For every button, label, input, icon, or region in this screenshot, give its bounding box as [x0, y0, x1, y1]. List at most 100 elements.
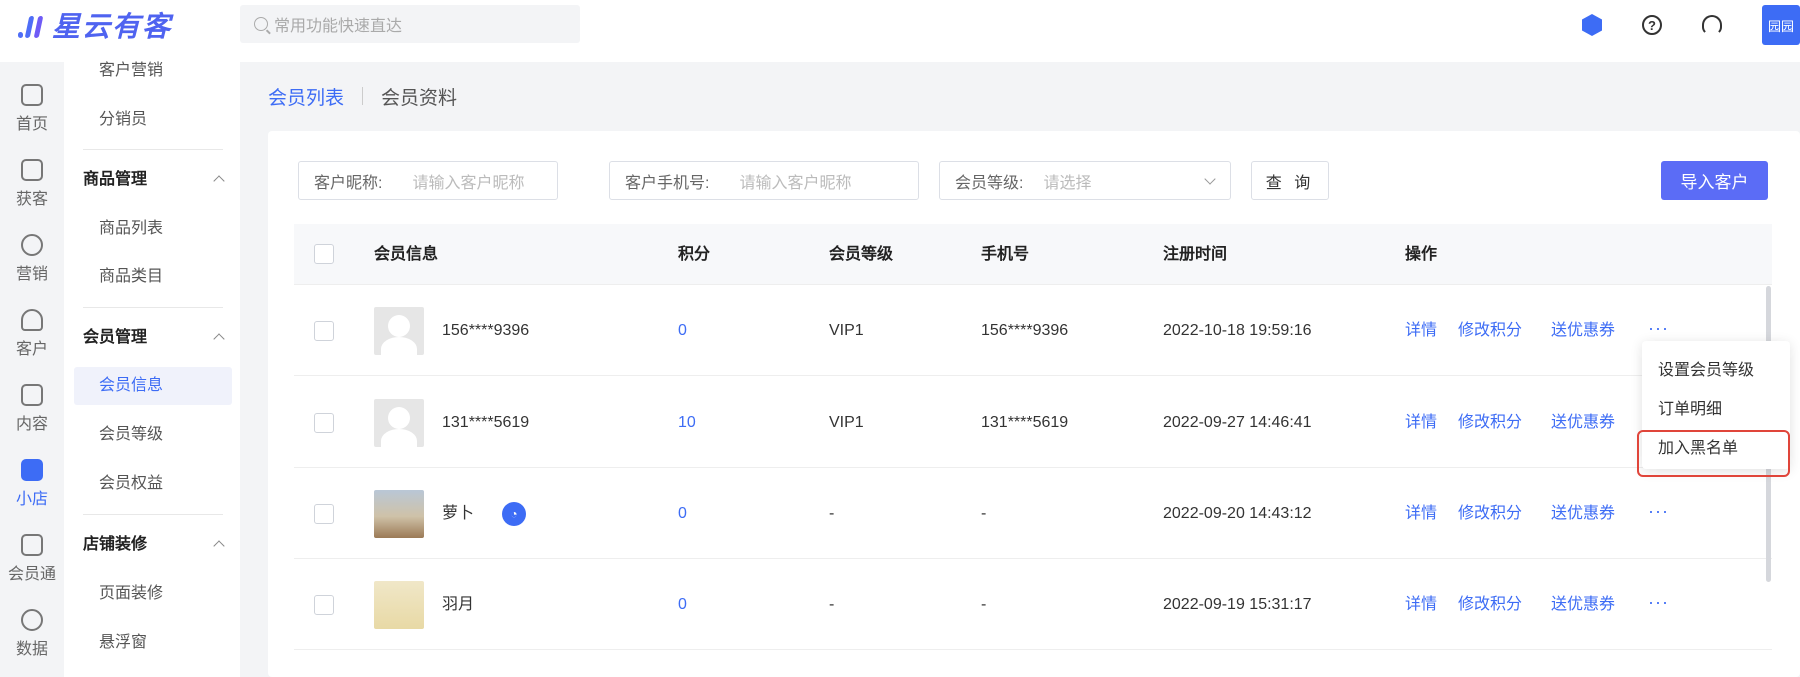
import-customer-button[interactable]: 导入客户 [1661, 161, 1768, 200]
wechat-tag-icon: ◔ [502, 502, 526, 526]
phone-input[interactable]: 请输入客户昵称 [739, 169, 851, 193]
select-all-checkbox[interactable] [314, 244, 334, 264]
member-level: VIP1 [829, 322, 864, 339]
search-input[interactable]: 常用功能快速直达 [240, 5, 580, 43]
rail-item-acquire[interactable]: 获客 [0, 159, 64, 219]
avatar [374, 307, 424, 355]
bulb-icon [21, 234, 43, 256]
member-name: 羽月 [442, 596, 475, 613]
member-registered: 2022-09-27 14:46:41 [1163, 414, 1312, 431]
table-row: 萝卜 ◔ 0 - - 2022-09-20 14:43:12 详情 修改积分 送… [294, 468, 1772, 559]
home-icon [21, 84, 43, 106]
send-coupon-link[interactable]: 送优惠券 [1551, 285, 1615, 376]
row-checkbox[interactable] [314, 504, 334, 524]
edit-points-link[interactable]: 修改积分 [1458, 377, 1522, 468]
search-placeholder: 常用功能快速直达 [274, 18, 403, 35]
menu-item-page-decoration[interactable]: 页面装修 [74, 575, 232, 613]
row-checkbox[interactable] [314, 595, 334, 615]
rail-label: 获客 [15, 191, 48, 208]
tab-member-profile[interactable]: 会员资料 [381, 83, 457, 110]
menu-group-decoration[interactable]: 店铺装修 [83, 530, 225, 560]
send-coupon-link[interactable]: 送优惠券 [1551, 559, 1615, 650]
member-points[interactable]: 0 [678, 559, 687, 650]
member-points[interactable]: 10 [678, 377, 696, 468]
level-label: 会员等级: [955, 174, 1024, 192]
order-details-item[interactable]: 订单明细 [1658, 395, 1722, 425]
tab-member-list[interactable]: 会员列表 [268, 83, 344, 110]
user-avatar[interactable]: 园园 [1762, 5, 1800, 45]
tab-separator [362, 87, 364, 105]
rail-item-data[interactable]: 数据 [0, 609, 64, 669]
query-button[interactable]: 查 询 [1251, 161, 1329, 200]
rail-label: 小店 [15, 491, 48, 508]
hexagon-brand-icon[interactable] [1582, 14, 1602, 36]
rail-item-membership[interactable]: 会员通 [0, 534, 64, 594]
shop-icon [21, 459, 43, 481]
more-actions-button[interactable]: ··· [1648, 468, 1669, 554]
headset-icon[interactable] [1702, 15, 1722, 35]
menu-item-member-level[interactable]: 会员等级 [74, 416, 232, 454]
menu-item-floating-window[interactable]: 悬浮窗 [74, 624, 232, 662]
more-actions-button[interactable]: ··· [1648, 559, 1669, 645]
rail-item-marketing[interactable]: 营销 [0, 234, 64, 294]
member-name: 萝卜 [442, 505, 475, 522]
row-checkbox[interactable] [314, 321, 334, 341]
send-coupon-link[interactable]: 送优惠券 [1551, 377, 1615, 468]
chevron-up-icon [213, 333, 225, 345]
detail-link[interactable]: 详情 [1405, 285, 1437, 376]
rail-item-content[interactable]: 内容 [0, 384, 64, 444]
phone-filter[interactable]: 客户手机号: 请输入客户昵称 [609, 161, 919, 200]
send-coupon-link[interactable]: 送优惠券 [1551, 468, 1615, 559]
rail-item-home[interactable]: 首页 [0, 84, 64, 144]
detail-link[interactable]: 详情 [1405, 468, 1437, 559]
menu-item-customer-marketing[interactable]: 客户营销 [74, 52, 232, 90]
nickname-filter[interactable]: 客户昵称: 请输入客户昵称 [298, 161, 558, 200]
member-list-card: 客户昵称: 请输入客户昵称 客户手机号: 请输入客户昵称 会员等级: 请选择 查… [268, 131, 1800, 677]
phone-label: 客户手机号: [625, 174, 710, 192]
set-member-level-item[interactable]: 设置会员等级 [1658, 356, 1754, 386]
logo[interactable]: 星云有客 [16, 8, 172, 42]
row-checkbox[interactable] [314, 413, 334, 433]
member-name: 131****5619 [442, 414, 530, 431]
user-icon [21, 309, 43, 331]
logo-mark-icon [16, 8, 46, 42]
pie-icon [21, 609, 43, 631]
member-points[interactable]: 0 [678, 285, 687, 376]
help-icon[interactable]: ? [1642, 15, 1662, 35]
user-add-icon [21, 159, 43, 181]
edit-points-link[interactable]: 修改积分 [1458, 559, 1522, 650]
member-level: - [829, 596, 835, 613]
member-phone: 131****5619 [981, 414, 1069, 431]
menu-item-distributor[interactable]: 分销员 [74, 101, 232, 139]
page-tabs: 会员列表 会员资料 [268, 80, 457, 112]
menu-group-members[interactable]: 会员管理 [83, 323, 225, 353]
chevron-up-icon [213, 175, 225, 187]
menu-group-products[interactable]: 商品管理 [83, 165, 225, 195]
rail-label: 营销 [15, 266, 48, 283]
nickname-input[interactable]: 请输入客户昵称 [412, 169, 524, 193]
level-select[interactable]: 会员等级: 请选择 [939, 161, 1231, 200]
detail-link[interactable]: 详情 [1405, 559, 1437, 650]
menu-item-product-list[interactable]: 商品列表 [74, 210, 232, 248]
menu-item-member-info[interactable]: 会员信息 [74, 367, 232, 405]
rail-item-customer[interactable]: 客户 [0, 309, 64, 369]
member-points[interactable]: 0 [678, 468, 687, 559]
detail-link[interactable]: 详情 [1405, 377, 1437, 468]
rail-label: 首页 [15, 116, 48, 133]
search-icon [254, 17, 268, 31]
folder-icon [21, 384, 43, 406]
edit-points-link[interactable]: 修改积分 [1458, 468, 1522, 559]
menu-item-member-benefits[interactable]: 会员权益 [74, 465, 232, 503]
logo-text: 星云有客 [52, 11, 173, 42]
menu-group-title: 会员管理 [83, 329, 148, 346]
menu-divider [83, 307, 223, 308]
rail-item-shop[interactable]: 小店 [0, 459, 64, 519]
menu-item-product-category[interactable]: 商品类目 [74, 258, 232, 296]
table-row: 131****5619 10 VIP1 131****5619 2022-09-… [294, 377, 1772, 468]
edit-points-link[interactable]: 修改积分 [1458, 285, 1522, 376]
avatar [374, 581, 424, 629]
member-level: - [829, 505, 835, 522]
level-select-value[interactable]: 请选择 [1043, 169, 1091, 193]
header-phone: 手机号 [981, 246, 1030, 263]
member-phone: - [981, 505, 987, 522]
